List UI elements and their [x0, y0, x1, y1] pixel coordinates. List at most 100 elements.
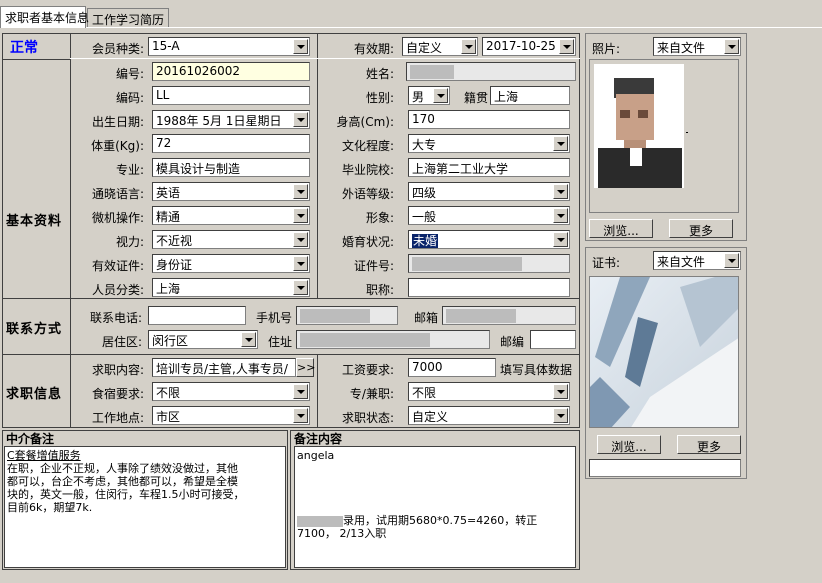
id-type-select[interactable]: 身份证	[152, 254, 310, 273]
chevron-down-icon	[724, 39, 739, 54]
number-field[interactable]: 20161026002	[152, 62, 310, 81]
district-label: 居住区:	[101, 335, 142, 349]
height-field[interactable]: 170	[408, 110, 570, 129]
select-value: 一般	[412, 210, 437, 224]
redacted-block	[300, 308, 370, 323]
code-label: 编码:	[115, 91, 144, 105]
chevron-down-icon	[553, 184, 568, 199]
birth-date-picker[interactable]: 1988年 5月 1日星期日	[152, 110, 310, 129]
eyesight-select[interactable]: 不近视	[152, 230, 310, 249]
gender-select[interactable]: 男	[408, 86, 450, 105]
language-select[interactable]: 英语	[152, 182, 310, 201]
school-field[interactable]: 上海第二工业大学	[408, 158, 570, 177]
appearance-select[interactable]: 一般	[408, 206, 570, 225]
person-type-label: 人员分类:	[91, 283, 144, 297]
job-content-field[interactable]: 培训专员/主管,人事专员/	[152, 358, 296, 377]
redacted-block	[410, 64, 454, 79]
select-value: 自定义	[406, 41, 443, 55]
education-select[interactable]: 大专	[408, 134, 570, 153]
marital-label: 婚育状况:	[341, 235, 394, 249]
redacted-block	[297, 515, 343, 527]
row-divider	[2, 354, 580, 355]
location-label: 工作地点:	[91, 411, 144, 425]
number-label: 编号:	[115, 67, 144, 81]
name-field[interactable]	[406, 62, 576, 81]
photo-area	[589, 59, 739, 213]
salary-field[interactable]: 7000	[408, 358, 496, 377]
chevron-down-icon	[241, 332, 256, 347]
notes-line: 目前6k，期望7k.	[7, 501, 93, 514]
native-place-field[interactable]: 上海	[490, 86, 570, 105]
photo-more-button[interactable]: 更多	[669, 219, 733, 238]
remarks-textarea[interactable]: angela 录用，试用期5680*0.75=4260，转正 7100， 2/1…	[294, 446, 576, 568]
select-value: 男	[412, 90, 425, 104]
board-label: 食宿要求:	[91, 387, 144, 401]
redacted-block	[300, 332, 430, 347]
language-label: 通晓语言:	[91, 187, 144, 201]
chevron-down-icon	[293, 39, 308, 54]
notes-line: C套餐增值服务	[7, 449, 81, 462]
section-basic: 基本资料	[6, 214, 63, 229]
certificate-filename-field[interactable]	[589, 459, 741, 477]
tab-label: 求职者基本信息	[5, 11, 90, 25]
phone-label: 联系电话:	[89, 311, 142, 325]
person-type-select[interactable]: 上海	[152, 278, 310, 297]
parttime-select[interactable]: 不限	[408, 382, 570, 401]
member-type-label: 会员种类:	[91, 42, 144, 56]
foreign-level-select[interactable]: 四级	[408, 182, 570, 201]
section-contact: 联系方式	[6, 322, 63, 337]
row-divider	[2, 59, 70, 60]
chevron-down-icon	[293, 184, 308, 199]
select-value: 英语	[156, 186, 181, 200]
mobile-field[interactable]	[296, 306, 398, 325]
job-title-label: 职称:	[365, 283, 394, 297]
job-content-label: 求职内容:	[91, 363, 144, 377]
member-type-select[interactable]: 15-A	[148, 37, 310, 56]
tab-work-history[interactable]: 工作学习简历	[87, 8, 169, 27]
select-value: 大专	[412, 138, 437, 152]
notes-line: 在职，企业不正规，人事除了绩效没做过，其他	[7, 462, 238, 475]
major-label: 专业:	[115, 163, 144, 177]
email-field[interactable]	[442, 306, 576, 325]
computer-select[interactable]: 精通	[152, 206, 310, 225]
address-field[interactable]	[296, 330, 490, 349]
job-content-more-button[interactable]: >>	[296, 358, 315, 377]
job-title-field[interactable]	[408, 278, 570, 297]
certificate-browse-button[interactable]: 浏览...	[597, 435, 661, 454]
validity-mode-select[interactable]: 自定义	[402, 37, 478, 56]
phone-field[interactable]	[148, 306, 246, 325]
mobile-label: 手机号	[255, 311, 292, 325]
marital-select[interactable]: 未婚	[408, 230, 570, 249]
photo-browse-button[interactable]: 浏览...	[589, 219, 653, 238]
remarks-line: angela	[297, 449, 335, 462]
validity-date-picker[interactable]: 2017-10-25	[482, 37, 576, 56]
status-label: 正常	[10, 40, 38, 56]
certificate-more-button[interactable]: 更多	[677, 435, 741, 454]
major-field[interactable]: 模具设计与制造	[152, 158, 310, 177]
chevron-down-icon	[559, 39, 574, 54]
notes-line: 块的，英文一般，住闵行，车程1.5小时可接受，	[7, 488, 245, 501]
code-field[interactable]: LL	[152, 86, 310, 105]
height-label: 身高(Cm):	[336, 115, 394, 129]
appearance-label: 形象:	[365, 211, 394, 225]
photo-source-select[interactable]: 来自文件	[653, 37, 741, 56]
id-number-field[interactable]	[408, 254, 570, 273]
remarks-line: 7100， 2/13入职	[297, 527, 387, 540]
postcode-field[interactable]	[530, 330, 576, 349]
location-select[interactable]: 市区	[152, 406, 310, 425]
select-value: 上海	[156, 282, 181, 296]
certificate-source-select[interactable]: 来自文件	[653, 251, 741, 270]
agency-notes-title: 中介备注	[6, 432, 55, 446]
agency-notes-textarea[interactable]: C套餐增值服务 在职，企业不正规，人事除了绩效没做过，其他 都可以，台企不考虑，…	[4, 446, 286, 568]
board-select[interactable]: 不限	[152, 382, 310, 401]
eyesight-label: 视力:	[115, 235, 144, 249]
gender-label: 性别:	[365, 91, 394, 105]
job-status-select[interactable]: 自定义	[408, 406, 570, 425]
certificate-area	[589, 276, 739, 428]
weight-field[interactable]: 72	[152, 134, 310, 153]
tab-basic-info[interactable]: 求职者基本信息	[0, 6, 90, 28]
district-select[interactable]: 闵行区	[148, 330, 258, 349]
chevron-down-icon	[553, 408, 568, 423]
remarks-title: 备注内容	[294, 432, 343, 446]
